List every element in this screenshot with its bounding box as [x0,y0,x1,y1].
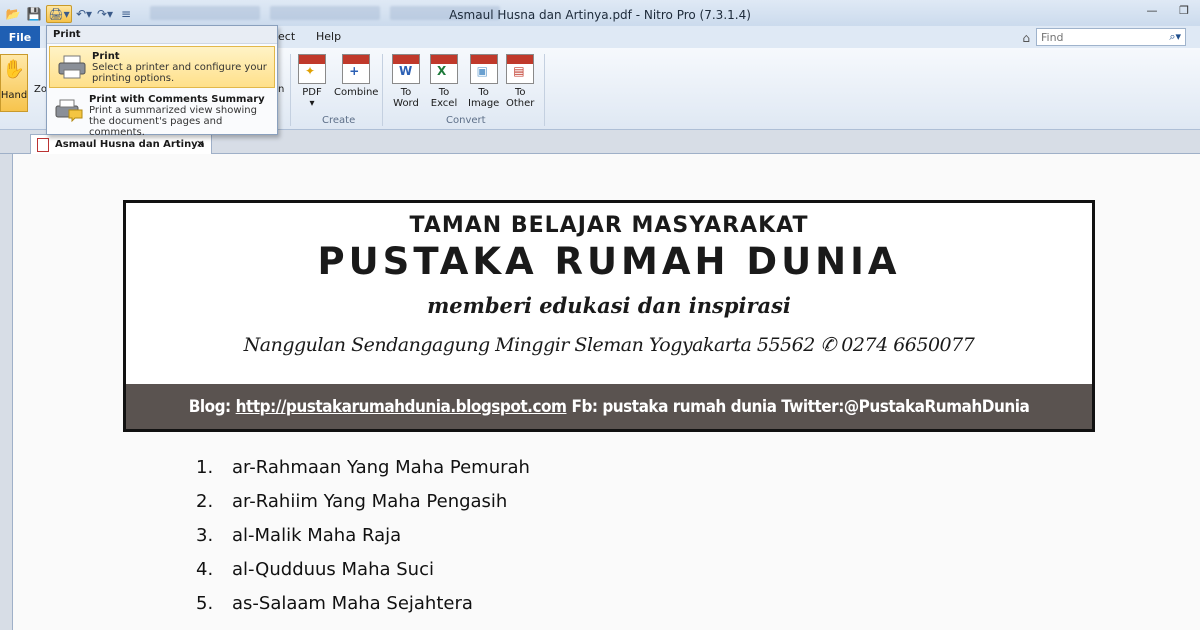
asmaul-husna-list: 1. ar-Rahmaan Yang Maha Pemurah 2. ar-Rahi… [196,457,530,627]
group-label-create: Create [322,115,356,126]
group-separator [544,54,545,126]
dropdown-arrow-icon: ▾ [309,98,315,109]
print-comments-icon [55,98,83,123]
menu-item-description: Print a summarized view showing the docu… [89,105,257,138]
list-number: 5. [196,593,214,614]
social-text: Fb: pustaka rumah dunia Twitter:@Pustaka… [571,396,1030,417]
list-item: 3. al-Malik Maha Raja [196,525,530,559]
banner-org-name: PUSTAKA RUMAH DUNIA [317,240,901,283]
partial-button-label[interactable]: n [278,84,284,95]
combine-icon: + [342,54,371,84]
list-text: al-Malik Maha Raja [232,525,402,546]
collapse-ribbon-icon[interactable]: ⌂ [1022,31,1030,45]
blog-prefix: Blog: [188,396,231,417]
minimize-icon[interactable]: — [1136,0,1168,20]
list-number: 2. [196,491,214,512]
pdf-file-icon [37,137,49,152]
hand-icon: ✋ [2,59,26,80]
document-page: TAMAN BELAJAR MASYARAKAT PUSTAKA RUMAH D… [13,154,1200,630]
list-item: 4. al-Qudduus Maha Suci [196,559,530,593]
hand-tool-button[interactable]: ✋ Hand [0,54,28,112]
list-text: as-Salaam Maha Sejahtera [232,593,473,614]
to-word-icon: W [392,54,420,84]
menu-item-print-with-comments[interactable]: Print with Comments Summary Print a summ… [47,90,277,138]
pdf-create-button[interactable]: ✦ PDF ▾ [298,54,326,109]
menu-item-description: Select a printer and configure your prin… [92,62,267,84]
to-word-button[interactable]: W To Word [392,54,420,109]
banner-address: Nanggulan Sendangagung Minggir Sleman Yo… [243,334,975,356]
tab-help[interactable]: Help [316,30,341,43]
list-item: 5. as-Salaam Maha Sejahtera [196,593,530,627]
to-other-label: To Other [506,87,535,109]
menu-item-label: Print [92,51,120,62]
pdf-label: PDF [302,87,322,98]
tab-select[interactable]: ect [278,30,295,43]
list-text: al-Qudduus Maha Suci [232,559,434,580]
tab-file[interactable]: File [0,26,40,48]
combine-button[interactable]: + Combine [334,54,378,98]
to-excel-label: To Excel [430,87,458,109]
list-number: 3. [196,525,214,546]
find-input[interactable] [1041,30,1141,44]
hand-label: Hand [0,90,28,101]
to-image-icon: ▣ [469,54,498,84]
list-text: ar-Rahiim Yang Maha Pengasih [232,491,508,512]
blog-link[interactable]: http://pustakarumahdunia.blogspot.com [236,397,567,417]
menu-title: Print [47,26,277,44]
combine-label: Combine [334,87,379,98]
restore-icon[interactable]: ❐ [1168,0,1200,20]
group-separator [290,54,291,126]
pdf-create-icon: ✦ [298,54,326,84]
to-other-icon: ▤ [506,54,535,84]
to-excel-button[interactable]: X To Excel [430,54,458,109]
close-icon[interactable]: × [196,137,205,150]
to-excel-icon: X [430,54,458,84]
group-separator [382,54,383,126]
banner-line1: TAMAN BELAJAR MASYARAKAT [409,213,809,238]
list-item: 2. ar-Rahiim Yang Maha Pengasih [196,491,530,525]
document-tab-label: Asmaul Husna dan Artinya [55,139,205,150]
banner-slogan: memberi edukasi dan inspirasi [427,293,791,318]
group-label-convert: Convert [446,115,486,126]
banner-contact-strip: Blog: http://pustakarumahdunia.blogspot.… [126,384,1092,429]
to-image-button[interactable]: ▣ To Image [468,54,499,109]
list-item: 1. ar-Rahmaan Yang Maha Pemurah [196,457,530,491]
menu-item-print[interactable]: Print Select a printer and configure you… [49,46,275,88]
find-box: ⌕▾ [1036,28,1186,46]
list-number: 1. [196,457,214,478]
to-other-button[interactable]: ▤ To Other [506,54,534,109]
window-controls: — ❐ [1136,0,1200,20]
printer-icon [58,55,86,79]
left-navigation-gutter[interactable] [0,154,13,630]
to-word-label: To Word [393,87,419,109]
menu-item-label: Print with Comments Summary [89,94,265,105]
list-number: 4. [196,559,214,580]
search-icon[interactable]: ⌕▾ [1169,30,1181,44]
to-image-label: To Image [468,87,500,109]
list-text: ar-Rahmaan Yang Maha Pemurah [232,457,530,478]
letterhead-banner: TAMAN BELAJAR MASYARAKAT PUSTAKA RUMAH D… [123,200,1095,432]
window-title: Asmaul Husna dan Artinya.pdf - Nitro Pro… [449,8,751,22]
print-dropdown-menu: Print Print Select a printer and configu… [46,25,278,138]
